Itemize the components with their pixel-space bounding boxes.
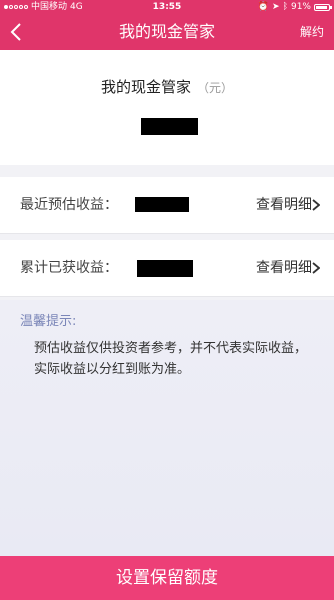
summary-unit: （元） — [197, 81, 234, 95]
location-arrow-icon: ➤ — [272, 2, 280, 12]
status-bar: 中国移动 4G 13:55 ⏰ ➤ ᛒ 91% — [0, 0, 334, 14]
view-details-link[interactable]: 查看明细 — [256, 177, 312, 233]
terminate-contract-button[interactable]: 解约 — [300, 14, 324, 50]
battery-icon — [314, 3, 332, 11]
redacted-recent-earnings — [135, 197, 189, 212]
chevron-right-icon — [312, 199, 320, 211]
alarm-icon: ⏰ — [257, 2, 270, 12]
cumulative-earnings-row[interactable]: 累计已获收益： 查看明细 — [0, 240, 334, 297]
set-reserve-amount-button[interactable]: 设置保留额度 — [0, 556, 334, 600]
battery-percent: 91% — [290, 2, 311, 12]
cumulative-earnings-label: 累计已获收益： — [20, 260, 118, 276]
page-title: 我的现金管家 — [118, 22, 215, 41]
nav-bar: 我的现金管家 解约 — [0, 14, 334, 50]
redacted-cumulative-earnings — [137, 260, 193, 277]
recent-estimated-earnings-row[interactable]: 最近预估收益： 查看明细 — [0, 177, 334, 234]
view-details-link[interactable]: 查看明细 — [256, 240, 312, 296]
summary-title: 我的现金管家 — [100, 78, 191, 96]
tips-panel: 温馨提示: 预估收益仅供投资者参考，并不代表实际收益，实际收益以分红到账为准。 — [0, 300, 334, 556]
summary-title-row: 我的现金管家 （元） — [0, 76, 334, 97]
recent-estimated-earnings-label: 最近预估收益： — [20, 197, 118, 213]
chevron-right-icon — [312, 262, 320, 274]
tips-title: 温馨提示: — [20, 314, 77, 329]
redacted-balance — [141, 118, 198, 135]
summary-card: 我的现金管家 （元） — [0, 50, 334, 165]
status-bar-right: ⏰ ➤ ᛒ 91% — [257, 0, 332, 14]
bluetooth-icon: ᛒ — [282, 2, 288, 12]
tips-body: 预估收益仅供投资者参考，并不代表实际收益，实际收益以分红到账为准。 — [34, 341, 308, 377]
